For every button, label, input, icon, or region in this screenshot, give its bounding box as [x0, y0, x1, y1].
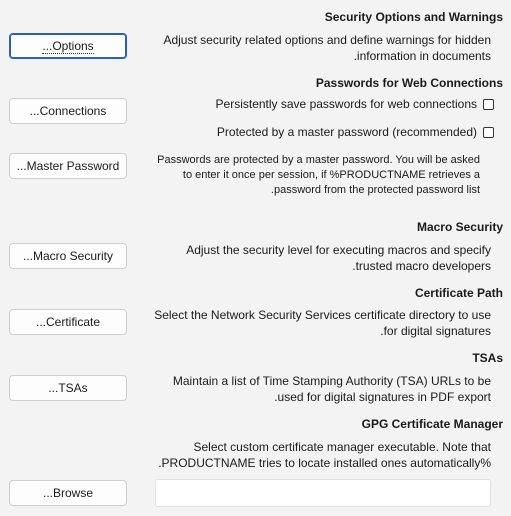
tsas-heading: TSAs: [472, 351, 503, 365]
tsas-desc-line2: .used for digital signatures in PDF expo…: [274, 390, 491, 404]
master-password-label: Protected by a master password (recommen…: [216, 125, 477, 139]
certificate-path-heading: Certificate Path: [414, 286, 503, 300]
macro-security-button-label: ...Macro Security: [22, 249, 114, 263]
master-password-description: Passwords are protected by a master pass…: [157, 153, 480, 198]
security-options-desc-line2: .information in documents: [353, 49, 491, 63]
macro-security-description: Adjust the security level for executing …: [186, 242, 491, 274]
certificate-desc-line2: .for digital signatures: [380, 324, 491, 338]
security-options-description: Adjust security related options and defi…: [163, 32, 491, 64]
tsas-desc-line1: Maintain a list of Time Stamping Authori…: [172, 374, 491, 388]
master-password-desc-line2: to enter it once per session, if %PRODUC…: [182, 169, 480, 181]
master-password-desc-line3: .password from the protected password li…: [270, 184, 480, 196]
master-password-button[interactable]: ...Master Password: [9, 153, 127, 179]
options-button[interactable]: ...Options: [9, 33, 127, 59]
gpg-desc-line1: Select custom certificate manager execut…: [193, 440, 492, 454]
persist-passwords-label: Persistently save passwords for web conn…: [215, 97, 477, 111]
browse-button[interactable]: ...Browse: [9, 480, 127, 506]
gpg-heading: GPG Certificate Manager: [361, 417, 503, 431]
master-password-button-label: ...Master Password: [16, 159, 120, 173]
certificate-path-description: Select the Network Security Services cer…: [154, 307, 491, 339]
tsas-button-label: ...TSAs: [48, 381, 88, 395]
master-password-checkbox[interactable]: [483, 126, 494, 138]
connections-button[interactable]: ...Connections: [9, 98, 127, 124]
macro-desc-line2: .trusted macro developers: [352, 259, 491, 273]
certificate-button[interactable]: ...Certificate: [9, 309, 127, 335]
macro-security-button[interactable]: ...Macro Security: [9, 243, 127, 269]
gpg-description: Select custom certificate manager execut…: [158, 439, 491, 471]
persist-passwords-checkbox[interactable]: [483, 98, 494, 110]
master-password-row[interactable]: Protected by a master password (recommen…: [217, 125, 494, 139]
macro-desc-line1: Adjust the security level for executing …: [186, 243, 491, 257]
gpg-executable-path-input[interactable]: [155, 479, 491, 507]
security-options-heading: Security Options and Warnings: [324, 10, 503, 24]
tsas-description: Maintain a list of Time Stamping Authori…: [173, 373, 491, 405]
connections-button-label: ...Connections: [29, 104, 107, 118]
master-password-desc-line1: Passwords are protected by a master pass…: [157, 154, 480, 166]
passwords-heading: Passwords for Web Connections: [315, 76, 503, 90]
certificate-desc-line1: Select the Network Security Services cer…: [154, 308, 491, 322]
tsas-button[interactable]: ...TSAs: [9, 375, 127, 401]
options-button-label: ...Options: [42, 38, 94, 54]
gpg-desc-line2: .PRODUCTNAME tries to locate installed o…: [158, 456, 491, 470]
security-options-desc-line1: Adjust security related options and defi…: [163, 33, 491, 47]
macro-security-heading: Macro Security: [416, 220, 503, 234]
browse-button-label: ...Browse: [42, 486, 93, 500]
persist-passwords-row[interactable]: Persistently save passwords for web conn…: [216, 97, 494, 111]
certificate-button-label: ...Certificate: [35, 315, 101, 329]
